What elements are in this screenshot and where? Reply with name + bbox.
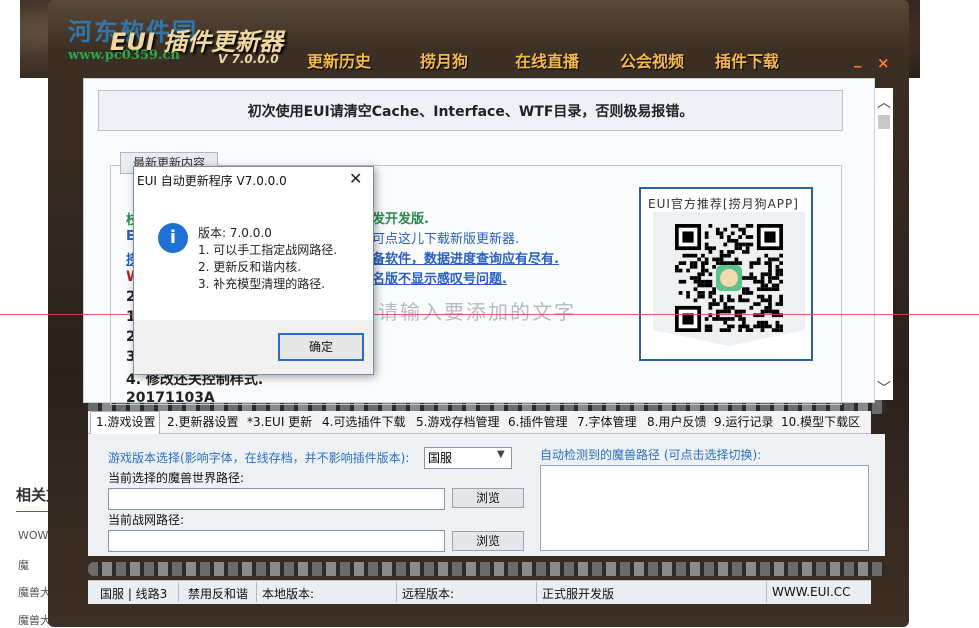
nav-laoyuegou[interactable]: 捞月狗	[420, 48, 468, 72]
bnet-path-browse-button[interactable]: 浏览	[452, 531, 524, 551]
dialog-title: EUI 自动更新程序 V7.0.0.0	[137, 174, 287, 188]
tab-updater-settings[interactable]: 2.更新器设置	[167, 413, 238, 430]
dialog-close-icon[interactable]: ✕	[349, 169, 362, 188]
qr-label: EUI官方推荐[捞月狗APP]	[648, 197, 799, 211]
nav-addon-download[interactable]: 插件下载	[715, 48, 779, 72]
chevron-down-icon[interactable]: ▼	[497, 449, 505, 460]
chain-divider	[88, 562, 886, 576]
tab-eui-update[interactable]: *3.EUI 更新	[247, 413, 312, 430]
dialog-version: 版本: 7.0.0.0	[198, 226, 272, 240]
status-channel: 正式服开发版	[542, 587, 615, 601]
status-remote-version: 远程版本:	[402, 587, 455, 601]
detected-paths-label: 自动检测到的魔兽路径 (可点击选择切换):	[540, 448, 762, 462]
scroll-down-icon[interactable]: ﹀	[875, 378, 893, 398]
status-divider	[178, 582, 179, 602]
update-version-code: 20171103A	[126, 390, 215, 406]
background-link[interactable]: 魔	[18, 557, 29, 573]
update-line: 发开发版.	[372, 212, 429, 227]
tab-font-manager[interactable]: 7.字体管理	[577, 413, 636, 430]
detected-paths-list[interactable]	[540, 465, 869, 551]
app-recommend-link[interactable]: 备软件，数据进度查询应有尽有.	[372, 248, 559, 267]
vertical-scrollbar[interactable]	[875, 88, 893, 400]
scroll-up-icon[interactable]: ︿	[875, 92, 893, 112]
status-site-link[interactable]: WWW.EUI.CC	[772, 585, 851, 599]
fix-note-link[interactable]: 名版不显示感叹号问题.	[372, 268, 507, 287]
qr-code-icon	[675, 224, 783, 332]
dialog-ok-button[interactable]: 确定	[278, 333, 364, 361]
scroll-thumb[interactable]	[878, 115, 890, 129]
tab-game-settings[interactable]: 1.游戏设置	[96, 413, 155, 430]
nav-guild-video[interactable]: 公会视频	[620, 48, 684, 72]
status-divider	[766, 582, 767, 602]
nav-live[interactable]: 在线直播	[515, 48, 579, 72]
watermark-url: www.pc0359.cn	[68, 48, 180, 63]
info-icon: i	[158, 223, 188, 253]
tab-save-manager[interactable]: 5.游戏存档管理	[416, 413, 499, 430]
status-divider	[536, 582, 537, 602]
wow-path-field[interactable]	[108, 488, 445, 510]
tab-addon-manager[interactable]: 6.插件管理	[508, 413, 567, 430]
notice-banner: 初次使用EUI请清空Cache、Interface、WTF目录，否则极易报错。	[98, 90, 843, 131]
tab-run-log[interactable]: 9.运行记录	[714, 413, 773, 430]
tab-model-download[interactable]: 10.模型下载区	[781, 413, 860, 430]
version-select-label: 游戏版本选择(影响字体，在线存档，并不影响插件版本):	[108, 451, 410, 465]
minimize-button[interactable]: _	[854, 50, 862, 68]
download-updater-link[interactable]: 可点这儿下载新版更新器.	[372, 228, 519, 247]
status-divider	[256, 582, 257, 602]
wow-path-label: 当前选择的魔兽世界路径:	[108, 471, 245, 485]
close-button[interactable]: ×	[877, 54, 890, 72]
status-anti-harmony: 禁用反和谐	[188, 587, 249, 601]
app-version: V 7.0.0.0	[218, 52, 279, 66]
tab-optional-addons[interactable]: 4.可选插件下载	[322, 413, 405, 430]
wow-path-browse-button[interactable]: 浏览	[452, 488, 524, 508]
status-server: 国服 | 线路3	[100, 587, 168, 601]
text-input-placeholder[interactable]: 请输入要添加的文字	[378, 296, 576, 325]
bnet-path-field[interactable]	[108, 530, 445, 552]
dialog-change-line: 1. 可以手工指定战网路径.	[198, 243, 338, 257]
dialog-change-line: 2. 更新反和谐内核.	[198, 260, 302, 274]
status-local-version: 本地版本:	[262, 587, 315, 601]
bnet-path-label: 当前战网路径:	[108, 513, 185, 527]
nav-update-history[interactable]: 更新历史	[307, 48, 371, 72]
dialog-change-line: 3. 补充模型清理的路径.	[198, 277, 326, 291]
tab-feedback[interactable]: 8.用户反馈	[647, 413, 706, 430]
status-divider	[396, 582, 397, 602]
